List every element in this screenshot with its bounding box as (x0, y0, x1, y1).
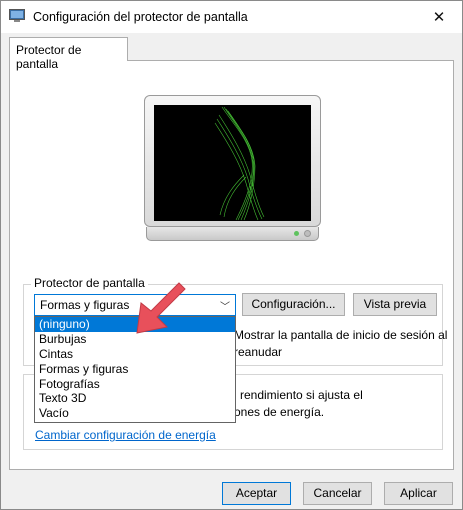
preview-screen (154, 105, 311, 221)
preview-button[interactable]: Vista previa (353, 293, 437, 316)
apply-button[interactable]: Aplicar (384, 482, 453, 505)
tab-screen-saver[interactable]: Protector de pantalla (9, 37, 128, 71)
monitor-knob (304, 230, 311, 237)
power-text-line1: l rendimiento si ajusta el (234, 388, 363, 402)
screensaver-settings-icon (9, 9, 25, 22)
resume-logon-checkbox-label[interactable]: Mostrar la pantalla de inicio de sesión … (234, 327, 447, 361)
power-led (294, 231, 299, 236)
dropdown-option-fotografias[interactable]: Fotografías (35, 377, 235, 392)
close-icon[interactable]: ✕ (416, 1, 462, 32)
red-arrow-icon (136, 282, 186, 334)
screen-saver-settings-window: Configuración del protector de pantalla … (0, 0, 463, 510)
dropdown-option-cintas[interactable]: Cintas (35, 347, 235, 362)
screensaver-select-value: Formas y figuras (40, 298, 130, 312)
chevron-down-icon[interactable]: ﹀ (220, 298, 230, 313)
monitor-base (146, 227, 319, 241)
title-bar: Configuración del protector de pantalla … (1, 1, 462, 33)
dropdown-option-formas-y-figuras[interactable]: Formas y figuras (35, 362, 235, 377)
ok-button[interactable]: Aceptar (222, 482, 291, 505)
resume-text-line2: reanudar (234, 345, 283, 359)
screensaver-preview-graphic (214, 106, 265, 221)
power-description: l rendimiento si ajusta el ones de energ… (234, 387, 363, 421)
window-title: Configuración del protector de pantalla (33, 10, 248, 24)
resume-text-line1: Mostrar la pantalla de inicio de sesión … (234, 328, 448, 342)
settings-button[interactable]: Configuración... (242, 293, 345, 316)
cancel-button[interactable]: Cancelar (303, 482, 372, 505)
dropdown-option-vacio[interactable]: Vacío (35, 406, 235, 421)
change-power-settings-link[interactable]: Cambiar configuración de energía (35, 428, 216, 442)
power-text-line2: ones de energía. (234, 405, 325, 419)
dropdown-option-texto-3d[interactable]: Texto 3D (35, 391, 235, 406)
monitor-preview (144, 95, 321, 242)
